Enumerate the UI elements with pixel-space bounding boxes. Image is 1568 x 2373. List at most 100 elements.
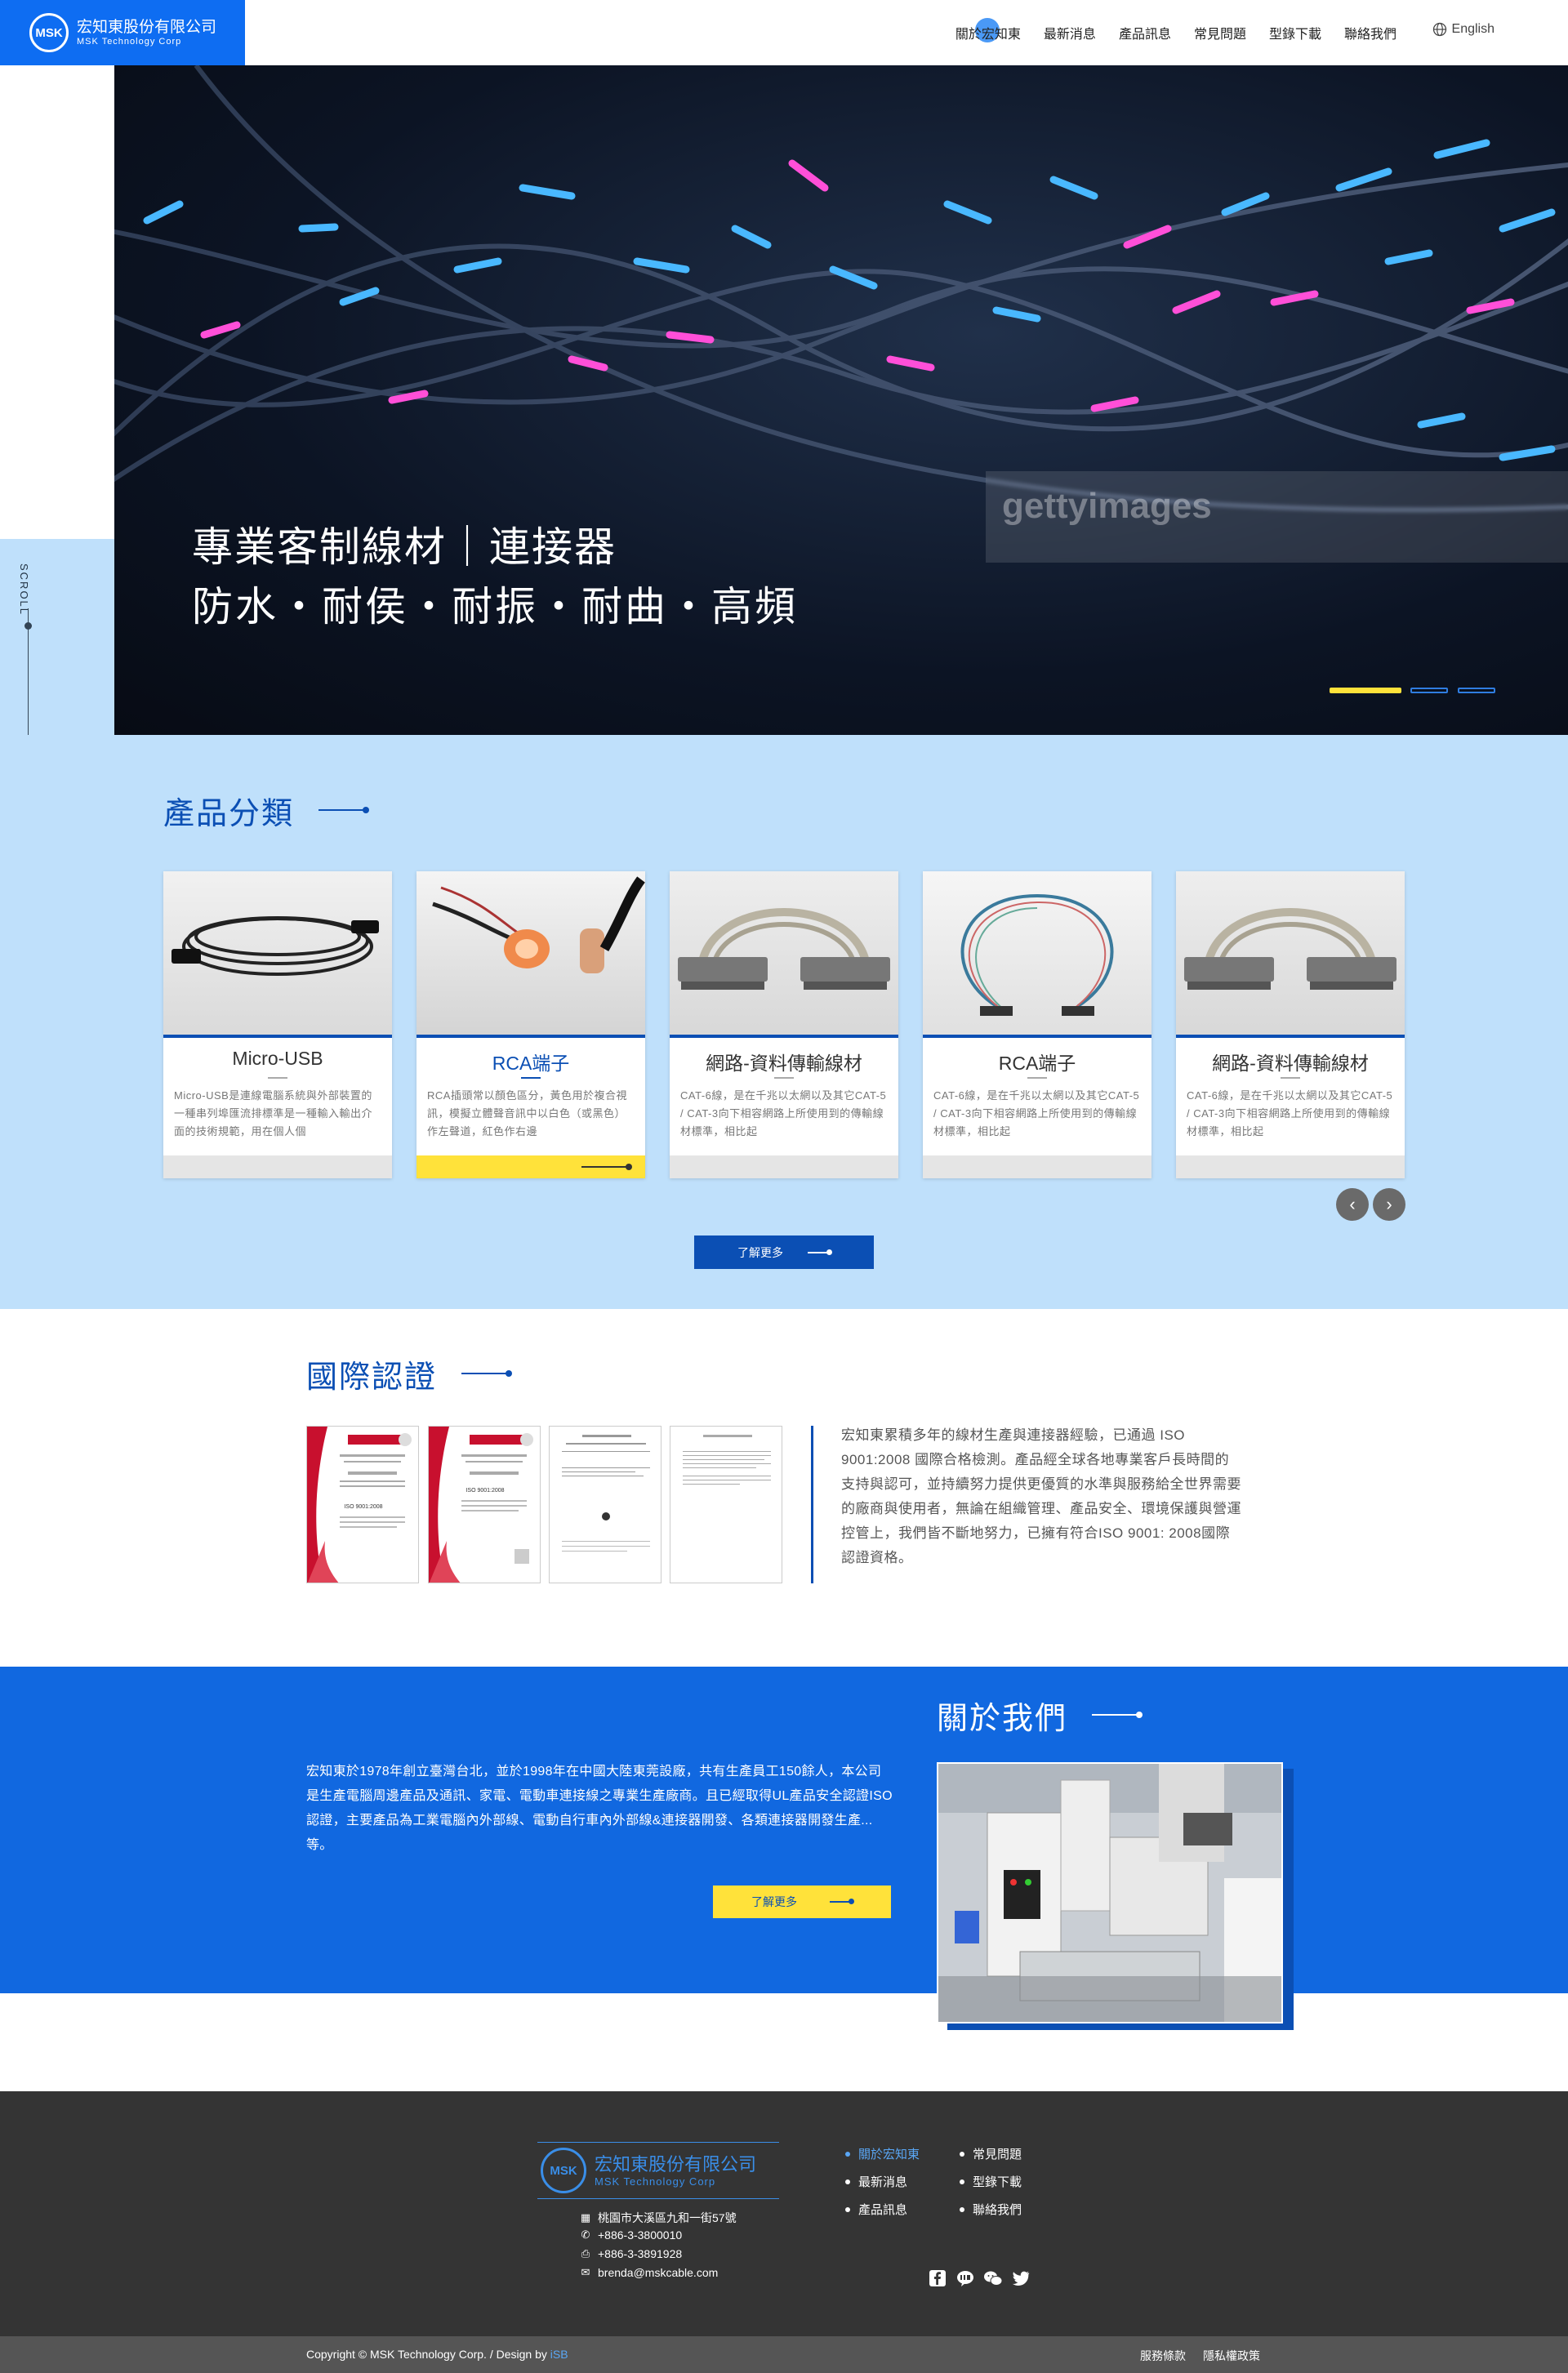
name-underline bbox=[774, 1077, 794, 1079]
scroll-indicator-dot bbox=[24, 622, 32, 630]
card-accent-bar bbox=[416, 1035, 645, 1038]
wechat-icon[interactable] bbox=[983, 2268, 1003, 2288]
carousel-next-button[interactable]: › bbox=[1373, 1188, 1405, 1221]
certificate-image[interactable] bbox=[670, 1426, 782, 1583]
nav-label: 聯絡我們 bbox=[1343, 28, 1396, 42]
card-accent-bar bbox=[923, 1035, 1152, 1038]
factory-machine-photo bbox=[937, 1762, 1283, 2024]
certificate-image[interactable]: ISO 9001:2008 bbox=[428, 1426, 541, 1583]
title-line bbox=[318, 809, 366, 811]
product-image bbox=[923, 871, 1152, 1035]
address-text: 桃園市大溪區九和一街57號 bbox=[598, 2211, 737, 2224]
hero-cable-illustration bbox=[114, 65, 1568, 513]
slide-dot-2[interactable] bbox=[1410, 688, 1448, 693]
nav-item-faq[interactable]: 常見問題 bbox=[1194, 23, 1246, 42]
product-desc: Micro-USB是連線電腦系統與外部裝置的一種串列埠匯流排標準是一種輸入輸出介… bbox=[174, 1089, 373, 1138]
terms-link[interactable]: 服務條款 bbox=[1140, 2348, 1186, 2364]
product-image bbox=[1176, 871, 1405, 1035]
nav-item-news[interactable]: 最新消息 bbox=[1044, 23, 1096, 42]
nav-label: 型錄下載 bbox=[1268, 28, 1321, 42]
footer-link-faq[interactable]: 常見問題 bbox=[960, 2145, 1022, 2162]
name-underline bbox=[268, 1077, 287, 1079]
title-dot bbox=[363, 807, 369, 813]
card-footer bbox=[163, 1155, 392, 1178]
card-footer bbox=[670, 1155, 898, 1178]
nav-item-about[interactable]: 關於宏知東 bbox=[956, 18, 1021, 42]
twitter-icon[interactable] bbox=[1011, 2268, 1031, 2288]
nav-item-catalog[interactable]: 型錄下載 bbox=[1269, 23, 1321, 42]
footer-logo[interactable]: MSK 宏知東股份有限公司 MSK Technology Corp bbox=[537, 2142, 779, 2199]
product-image bbox=[163, 871, 392, 1035]
more-label: 了解更多 bbox=[737, 1245, 783, 1259]
slide-dot-3[interactable] bbox=[1458, 688, 1495, 693]
product-name: 網路-資料傳輸線材 bbox=[1212, 1053, 1369, 1074]
product-desc: RCA插頭常以顏色區分，黃色用於複合視訊，模擬立體聲音訊中以白色（或黑色）作左聲… bbox=[427, 1089, 627, 1138]
privacy-link[interactable]: 隱私權政策 bbox=[1203, 2348, 1260, 2364]
more-label: 了解更多 bbox=[751, 1895, 797, 1908]
phone-text: +886-3-3800010 bbox=[598, 2228, 683, 2242]
product-name: RCA端子 bbox=[998, 1053, 1076, 1074]
product-card[interactable]: RCA端子 CAT-6線，是在千兆以太網以及其它CAT-5 / CAT-3向下相… bbox=[923, 871, 1152, 1178]
mail-icon: ✉ bbox=[581, 2266, 590, 2278]
designer-link[interactable]: iSB bbox=[550, 2348, 568, 2361]
logo-mark: MSK bbox=[541, 2148, 586, 2193]
brand-name-en: MSK Technology Corp bbox=[77, 37, 182, 47]
product-card[interactable]: Micro-USB Micro-USB是連線電腦系統與外部裝置的一種串列埠匯流排… bbox=[163, 871, 392, 1178]
about-more-button[interactable]: 了解更多 bbox=[713, 1885, 891, 1918]
nav-item-products[interactable]: 產品訊息 bbox=[1119, 23, 1171, 42]
footer-link-about[interactable]: 關於宏知東 bbox=[845, 2145, 920, 2162]
footer-fax: ⎙ +886-3-3891928 bbox=[580, 2247, 682, 2260]
title-dot bbox=[506, 1370, 512, 1377]
card-accent-bar bbox=[670, 1035, 898, 1038]
product-card[interactable]: 網路-資料傳輸線材 CAT-6線，是在千兆以太網以及其它CAT-5 / CAT-… bbox=[670, 871, 898, 1178]
printer-icon: ⎙ bbox=[581, 2247, 590, 2259]
hero-headline: 專業客制線材｜連接器 bbox=[192, 524, 617, 570]
brand-logo[interactable]: MSK 宏知東股份有限公司 MSK Technology Corp bbox=[0, 0, 245, 65]
logo-mark: MSK bbox=[29, 13, 69, 52]
footer-phone[interactable]: ✆ +886-3-3800010 bbox=[580, 2228, 683, 2242]
language-label: English bbox=[1451, 22, 1494, 36]
about-description: 宏知東於1978年創立臺灣台北，並於1998年在中國大陸東莞設廠，共有生產員工1… bbox=[306, 1765, 893, 1852]
hero-banner: gettyimages 專業客制線材｜連接器 防水・耐侯・耐振・耐曲・高頻 bbox=[114, 65, 1568, 735]
arrow-right-icon bbox=[808, 1249, 832, 1255]
line-icon[interactable] bbox=[956, 2268, 975, 2288]
link-label: 產品訊息 bbox=[858, 2203, 908, 2217]
footer-email[interactable]: ✉ brenda@mskcable.com bbox=[580, 2266, 719, 2279]
nav-item-contact[interactable]: 聯絡我們 bbox=[1344, 23, 1396, 42]
carousel-prev-button[interactable]: ‹ bbox=[1336, 1188, 1369, 1221]
language-switch[interactable]: English bbox=[1432, 22, 1494, 37]
nav-label: 最新消息 bbox=[1043, 28, 1096, 42]
copyright-text: Copyright © MSK Technology Corp. / Desig… bbox=[306, 2348, 568, 2361]
facebook-icon[interactable] bbox=[928, 2268, 947, 2288]
name-underline bbox=[1281, 1077, 1300, 1079]
copyright-bar: Copyright © MSK Technology Corp. / Desig… bbox=[0, 2336, 1568, 2373]
product-name: RCA端子 bbox=[492, 1053, 570, 1074]
products-more-button[interactable]: 了解更多 bbox=[694, 1235, 874, 1269]
chevron-right-icon: › bbox=[1386, 1194, 1392, 1214]
brand-name-cn: 宏知東股份有限公司 bbox=[77, 19, 217, 36]
cert-title: 國際認證 bbox=[306, 1360, 438, 1395]
about-title: 關於我們 bbox=[937, 1702, 1068, 1736]
product-card[interactable]: RCA端子 RCA插頭常以顏色區分，黃色用於複合視訊，模擬立體聲音訊中以白色（或… bbox=[416, 871, 645, 1178]
product-name: Micro-USB bbox=[232, 1048, 323, 1069]
nav-label: 產品訊息 bbox=[1118, 28, 1171, 42]
certificate-image[interactable] bbox=[549, 1426, 662, 1583]
footer-link-products[interactable]: 產品訊息 bbox=[845, 2201, 907, 2218]
slide-dot-1[interactable] bbox=[1330, 688, 1401, 693]
products-section: 產品分類 Micro-USB Micro-USB是連線電腦系統與外部裝置的一種串… bbox=[0, 735, 1568, 1309]
footer-link-catalog[interactable]: 型錄下載 bbox=[960, 2173, 1022, 2190]
product-card[interactable]: 網路-資料傳輸線材 CAT-6線，是在千兆以太網以及其它CAT-5 / CAT-… bbox=[1176, 871, 1405, 1178]
certification-section: 國際認證 ISO 9001:2008 ISO 9001:2008 宏知東累積多年… bbox=[0, 1309, 1568, 1667]
footer-link-news[interactable]: 最新消息 bbox=[845, 2173, 907, 2190]
link-label: 聯絡我們 bbox=[973, 2203, 1022, 2217]
product-desc: CAT-6線，是在千兆以太網以及其它CAT-5 / CAT-3向下相容網路上所使… bbox=[680, 1089, 887, 1138]
card-footer bbox=[416, 1155, 645, 1178]
arrow-right-icon bbox=[581, 1164, 632, 1170]
left-gutter bbox=[0, 65, 114, 539]
stock-watermark: gettyimages bbox=[986, 471, 1568, 563]
name-underline bbox=[1027, 1077, 1047, 1079]
title-line bbox=[461, 1373, 509, 1374]
footer-link-contact[interactable]: 聯絡我們 bbox=[960, 2201, 1022, 2218]
certificate-label: ISO 9001:2008 bbox=[466, 1488, 504, 1494]
certificate-image[interactable]: ISO 9001:2008 bbox=[306, 1426, 419, 1583]
